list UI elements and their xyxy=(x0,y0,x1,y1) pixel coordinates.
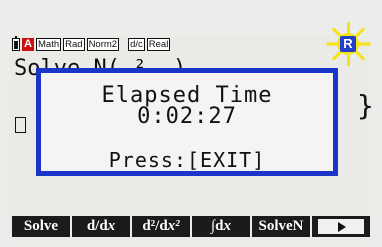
math-mode-indicator: Math xyxy=(36,38,62,51)
input-cursor-box xyxy=(15,117,26,133)
complex-mode-indicator: Real xyxy=(146,38,171,51)
alpha-indicator: A xyxy=(22,38,34,51)
closing-brace-text: } xyxy=(357,89,374,122)
elapsed-time-dialog: Elapsed Time 0:02:27 Press:[EXIT] xyxy=(36,68,338,176)
display-mode-indicator: Norm2 xyxy=(86,38,120,51)
battery-icon xyxy=(12,36,20,51)
f6-next-page-key[interactable] xyxy=(312,216,370,237)
right-arrow-icon xyxy=(318,219,364,234)
f4-integral-var: x xyxy=(223,218,231,234)
f2-derivative-var: x xyxy=(107,218,116,234)
f4-integral-label: ∫d xyxy=(211,218,224,234)
f4-integral-key[interactable]: ∫dx xyxy=(192,216,250,237)
elapsed-time-value: 0:02:27 xyxy=(137,104,237,129)
function-key-bar: Solve d/dx d²/dx² ∫dx SolveN xyxy=(12,216,370,237)
f3-second-derivative-label: d²/d xyxy=(142,218,168,234)
exit-prompt: Press:[EXIT] xyxy=(108,148,266,172)
f5-solven-key[interactable]: SolveN xyxy=(252,216,310,237)
f1-solve-key[interactable]: Solve xyxy=(12,216,70,237)
f3-second-derivative-key[interactable]: d²/dx² xyxy=(132,216,190,237)
r-indicator-badge: R xyxy=(340,36,356,52)
r-indicator-highlight: R xyxy=(326,22,371,66)
f2-derivative-key[interactable]: d/dx xyxy=(72,216,130,237)
f3-second-derivative-var: x² xyxy=(167,218,180,234)
status-bar: A Math Rad Norm2 d/c Real xyxy=(12,36,171,52)
angle-mode-indicator: Rad xyxy=(63,38,85,51)
f2-derivative-label: d/d xyxy=(86,218,108,234)
fraction-mode-indicator: d/c xyxy=(128,38,145,51)
